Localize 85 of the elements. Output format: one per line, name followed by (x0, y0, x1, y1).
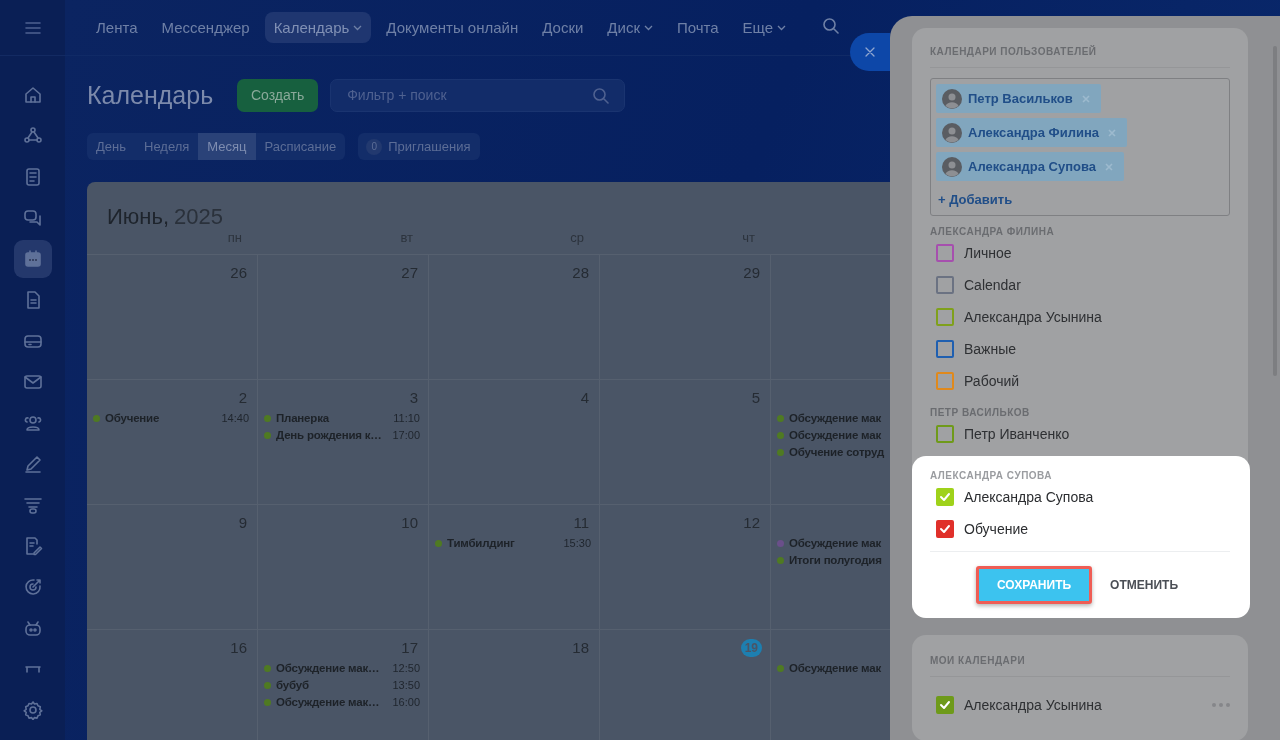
avatar-icon (942, 88, 962, 109)
checkbox[interactable] (936, 372, 954, 390)
search-icon (821, 15, 842, 36)
event-title[interactable]: Обсуждение мак (789, 429, 891, 441)
checkbox[interactable] (936, 340, 954, 358)
view-tab[interactable]: День (87, 133, 135, 160)
checkbox[interactable] (936, 244, 954, 262)
calendar-name: Петр Иванченко (964, 426, 1070, 442)
event-title[interactable]: Итоги полугодия (789, 554, 891, 566)
event-title[interactable]: бубуб (276, 679, 388, 691)
calendar-name: Личное (964, 245, 1012, 261)
sidebar-item[interactable] (13, 240, 52, 278)
mail-icon (22, 372, 43, 392)
checkbox[interactable] (936, 425, 954, 443)
avatar-icon (942, 122, 962, 143)
share-icon (22, 126, 43, 146)
cancel-button[interactable]: ОТМЕНИТЬ (1104, 577, 1184, 593)
checkbox[interactable] (936, 276, 954, 294)
event-title[interactable]: Обсуждение мак… (276, 662, 388, 674)
close-button[interactable] (850, 33, 890, 71)
save-button[interactable]: СОХРАНИТЬ (976, 566, 1093, 604)
nav-item[interactable]: Почта (667, 12, 728, 43)
event-title[interactable]: Обсуждение мак (789, 537, 891, 549)
user-chip[interactable]: Александра Филина (936, 118, 1127, 147)
user-chip[interactable]: Петр Васильков (936, 84, 1101, 113)
month-label: Июнь, (107, 204, 170, 230)
caret-icon (777, 24, 787, 31)
nav-item[interactable]: Диск (598, 12, 662, 43)
calendar-icon (22, 249, 43, 269)
event-time: 13:50 (392, 679, 420, 691)
caret-icon (353, 24, 363, 31)
nav-item[interactable]: Доски (533, 12, 593, 43)
calendar-name: Calendar (964, 277, 1021, 293)
event-title[interactable]: Обсуждение мак… (276, 696, 388, 708)
calendar-name: Александра Усынина (964, 309, 1102, 325)
user-picker[interactable]: Петр Васильков Александра Филина Александра Супова + Добавить (930, 78, 1230, 216)
calendar-name: Обучение (964, 521, 1029, 537)
calendar-name: Важные (964, 341, 1017, 357)
event-title[interactable]: Обсуждение мак (789, 412, 891, 424)
event-title[interactable]: Обсуждение мак (789, 662, 891, 674)
view-tab[interactable]: Расписание (255, 133, 346, 160)
funnel-icon (22, 495, 43, 515)
event-time: 14:40 (221, 412, 249, 424)
event-title[interactable]: День рождения к… (276, 429, 388, 441)
robot-icon (22, 618, 43, 638)
nav-item[interactable]: Лента (87, 12, 147, 43)
search-icon (591, 85, 612, 106)
check-icon (939, 491, 951, 503)
calendar-name: Александра Усынина (964, 697, 1102, 713)
people-icon (22, 413, 43, 433)
calendar-name: Александра Супова (964, 489, 1094, 505)
avatar-icon (942, 156, 962, 177)
event-time: 15:30 (563, 537, 591, 549)
event-time: 17:00 (392, 429, 420, 441)
create-button[interactable]: Создать (237, 78, 319, 112)
checkbox[interactable] (936, 696, 954, 714)
event-time: 11:10 (393, 412, 420, 424)
group-title: АЛЕКСАНДРА СУПОВА (930, 470, 1054, 481)
page-title: Календарь (87, 80, 215, 110)
checkbox[interactable] (936, 308, 954, 326)
nav-item[interactable]: Документы онлайн (377, 12, 528, 43)
check-icon (939, 699, 951, 711)
add-link[interactable]: + Добавить (936, 186, 1013, 207)
checkbox[interactable] (936, 488, 954, 506)
day-number: 19 (740, 639, 762, 657)
check-icon (939, 523, 951, 535)
event-title[interactable]: Тимбилдинг (447, 537, 559, 549)
view-tab[interactable]: Месяц (198, 133, 256, 160)
event-title[interactable]: Обучение сотруд (789, 446, 891, 458)
nav-item[interactable]: Еще (733, 12, 796, 43)
checkbox[interactable] (936, 520, 954, 538)
user-chip[interactable]: Александра Супова (936, 152, 1124, 181)
caret-icon (643, 24, 653, 31)
settings-icon (22, 700, 43, 720)
calendar-name: Рабочий (964, 373, 1020, 389)
nav-item[interactable]: Мессенджер (152, 12, 259, 43)
nav-item[interactable]: Календарь (264, 12, 372, 43)
search-field[interactable]: Фильтр + поиск (330, 78, 626, 112)
home-icon (22, 85, 43, 105)
target-icon (22, 577, 43, 597)
pen-icon (22, 454, 43, 474)
chat-icon (22, 208, 43, 228)
event-title[interactable]: Обучение (105, 412, 217, 424)
view-tab[interactable]: Неделя (135, 133, 199, 160)
event-title[interactable]: Планерка (276, 412, 389, 424)
